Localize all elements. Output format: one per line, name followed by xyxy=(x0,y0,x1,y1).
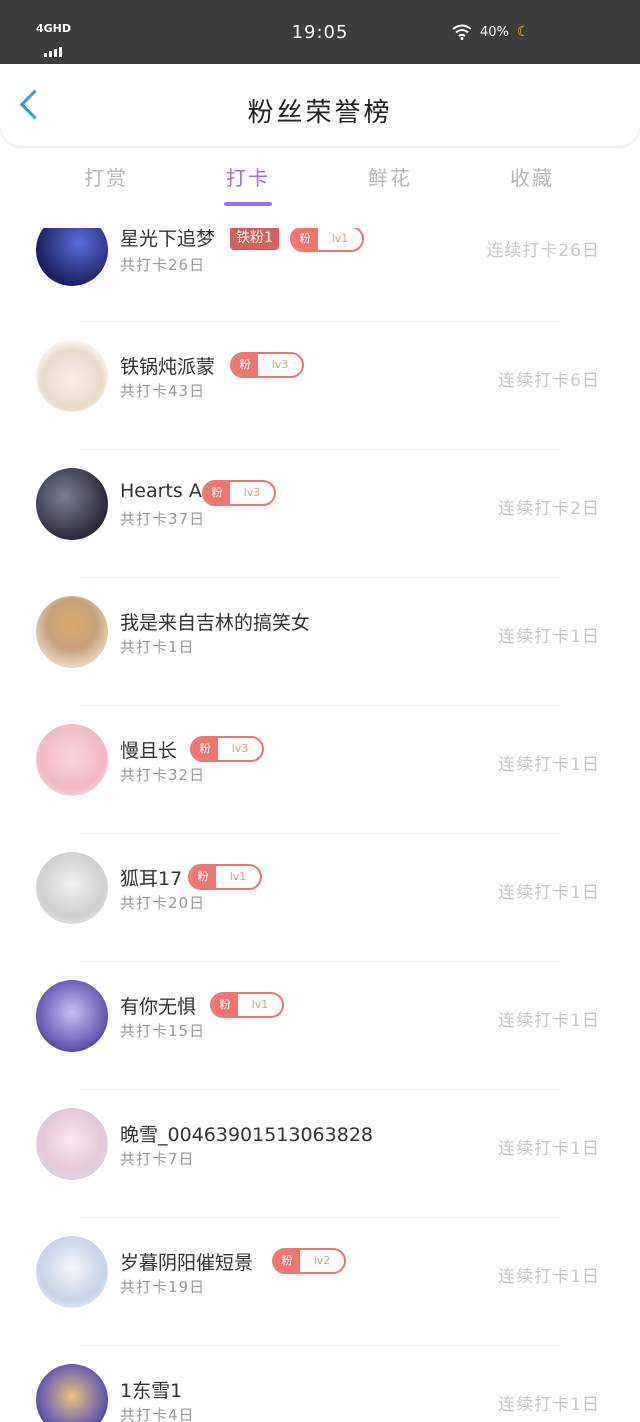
avatar xyxy=(36,980,108,1052)
fan-level-badge: 粉 lv3 xyxy=(190,736,264,762)
divider xyxy=(80,1345,560,1346)
streak-checkins: 连续打卡1日 xyxy=(498,755,600,775)
total-checkins: 共打卡37日 xyxy=(120,510,206,528)
fan-name: 狐耳17 xyxy=(120,868,183,890)
list-item[interactable]: 星光下追梦 铁粉1 粉 lv1 共打卡26日 连续打卡26日 xyxy=(0,228,640,326)
fan-badge-label: 粉 xyxy=(192,738,218,760)
total-checkins: 共打卡15日 xyxy=(120,1022,206,1040)
streak-checkins: 连续打卡2日 xyxy=(498,499,600,519)
streak-checkins: 连续打卡6日 xyxy=(498,371,600,391)
list-item[interactable]: 岁暮阴阳催短景 粉 lv2 共打卡19日 连续打卡1日 xyxy=(0,1222,640,1350)
fan-badge-label: 粉 xyxy=(204,482,230,504)
list-item[interactable]: Hearts A 粉 lv3 共打卡37日 连续打卡2日 xyxy=(0,454,640,582)
divider xyxy=(80,705,560,706)
avatar xyxy=(36,340,108,412)
fan-list: 星光下追梦 铁粉1 粉 lv1 共打卡26日 连续打卡26日 铁锅炖派蒙 粉 l… xyxy=(0,228,640,1422)
fan-level: lv1 xyxy=(251,998,269,1011)
fan-name: 慢且长 xyxy=(120,740,178,762)
streak-checkins: 连续打卡1日 xyxy=(498,1011,600,1031)
moon-icon: ☾ xyxy=(516,24,530,40)
fan-badge-label: 粉 xyxy=(212,994,238,1016)
avatar xyxy=(36,1108,108,1180)
fan-level-badge: 粉 lv1 xyxy=(210,992,284,1018)
divider xyxy=(80,833,560,834)
status-right: 40% ☾ xyxy=(452,24,529,40)
fan-name: 我是来自吉林的搞笑女 xyxy=(120,612,311,634)
page-title: 粉丝荣誉榜 xyxy=(247,98,393,128)
divider xyxy=(80,961,560,962)
tab-bar: 打赏 打卡 鲜花 收藏 xyxy=(0,150,640,210)
fan-level: lv3 xyxy=(243,486,261,499)
total-checkins: 共打卡20日 xyxy=(120,894,206,912)
divider xyxy=(80,1217,560,1218)
fan-name: 铁锅炖派蒙 xyxy=(120,356,216,378)
total-checkins: 共打卡19日 xyxy=(120,1278,206,1296)
avatar xyxy=(36,228,108,286)
fan-level-badge: 粉 lv1 xyxy=(188,864,262,890)
wifi-icon xyxy=(452,24,472,40)
streak-checkins: 连续打卡1日 xyxy=(498,1267,600,1287)
avatar xyxy=(36,596,108,668)
total-checkins: 共打卡32日 xyxy=(120,766,206,784)
tab-flowers[interactable]: 鲜花 xyxy=(340,162,440,191)
tab-reward[interactable]: 打赏 xyxy=(56,162,156,191)
fan-badge-label: 粉 xyxy=(292,228,318,250)
total-checkins: 共打卡1日 xyxy=(120,638,195,656)
total-checkins: 共打卡4日 xyxy=(120,1406,195,1422)
total-checkins: 共打卡43日 xyxy=(120,382,206,400)
fan-name: Hearts A xyxy=(120,480,202,502)
clock: 19:05 xyxy=(291,22,349,43)
avatar xyxy=(36,1236,108,1308)
fan-level-badge: 粉 lv3 xyxy=(230,352,304,378)
fan-level: lv3 xyxy=(271,358,289,371)
list-item[interactable]: 铁锅炖派蒙 粉 lv3 共打卡43日 连续打卡6日 xyxy=(0,326,640,454)
avatar xyxy=(36,852,108,924)
tab-favorites[interactable]: 收藏 xyxy=(482,162,582,191)
app-header: 粉丝荣誉榜 xyxy=(0,64,640,146)
tab-checkin[interactable]: 打卡 xyxy=(198,162,298,191)
iron-fan-badge: 铁粉1 xyxy=(230,228,279,250)
fan-level: lv1 xyxy=(229,870,247,883)
list-item[interactable]: 有你无惧 粉 lv1 共打卡15日 连续打卡1日 xyxy=(0,966,640,1094)
fan-level: lv2 xyxy=(313,1254,331,1267)
fan-name: 岁暮阴阳催短景 xyxy=(120,1252,254,1274)
battery-level: 40% xyxy=(480,24,509,40)
avatar xyxy=(36,724,108,796)
streak-checkins: 连续打卡1日 xyxy=(498,627,600,647)
list-item[interactable]: 狐耳17 粉 lv1 共打卡20日 连续打卡1日 xyxy=(0,838,640,966)
streak-checkins: 连续打卡1日 xyxy=(498,1139,600,1159)
fan-name: 1东雪1 xyxy=(120,1380,183,1402)
fan-level: lv1 xyxy=(331,232,349,245)
total-checkins: 共打卡26日 xyxy=(120,256,206,274)
fan-name: 星光下追梦 xyxy=(120,228,216,250)
total-checkins: 共打卡7日 xyxy=(120,1150,195,1168)
avatar xyxy=(36,468,108,540)
list-item[interactable]: 1东雪1 共打卡4日 连续打卡1日 xyxy=(0,1350,640,1422)
list-item[interactable]: 慢且长 粉 lv3 共打卡32日 连续打卡1日 xyxy=(0,710,640,838)
fan-name: 晚雪_004639015130638​28 xyxy=(120,1124,374,1146)
streak-checkins: 连续打卡26日 xyxy=(486,241,600,261)
fan-level-badge: 粉 lv2 xyxy=(272,1248,346,1274)
fan-badge-label: 粉 xyxy=(274,1250,300,1272)
active-tab-underline xyxy=(224,202,272,206)
divider xyxy=(80,577,560,578)
fan-level-badge: 粉 lv1 xyxy=(290,228,364,252)
list-item[interactable]: 晚雪_004639015130638​28 共打卡7日 连续打卡1日 xyxy=(0,1094,640,1222)
streak-checkins: 连续打卡1日 xyxy=(498,883,600,903)
fan-badge-label: 粉 xyxy=(232,354,258,376)
status-bar: 4GHD 19:05 40% ☾ xyxy=(0,0,640,64)
divider xyxy=(80,321,560,322)
fan-name: 有你无惧 xyxy=(120,996,197,1018)
divider xyxy=(80,449,560,450)
fan-badge-label: 粉 xyxy=(190,866,216,888)
streak-checkins: 连续打卡1日 xyxy=(498,1395,600,1415)
list-item[interactable]: 我是来自吉林的搞笑女 共打卡1日 连续打卡1日 xyxy=(0,582,640,710)
fan-level: lv3 xyxy=(231,742,249,755)
fan-level-badge: 粉 lv3 xyxy=(202,480,276,506)
divider xyxy=(80,1089,560,1090)
avatar xyxy=(36,1364,108,1422)
